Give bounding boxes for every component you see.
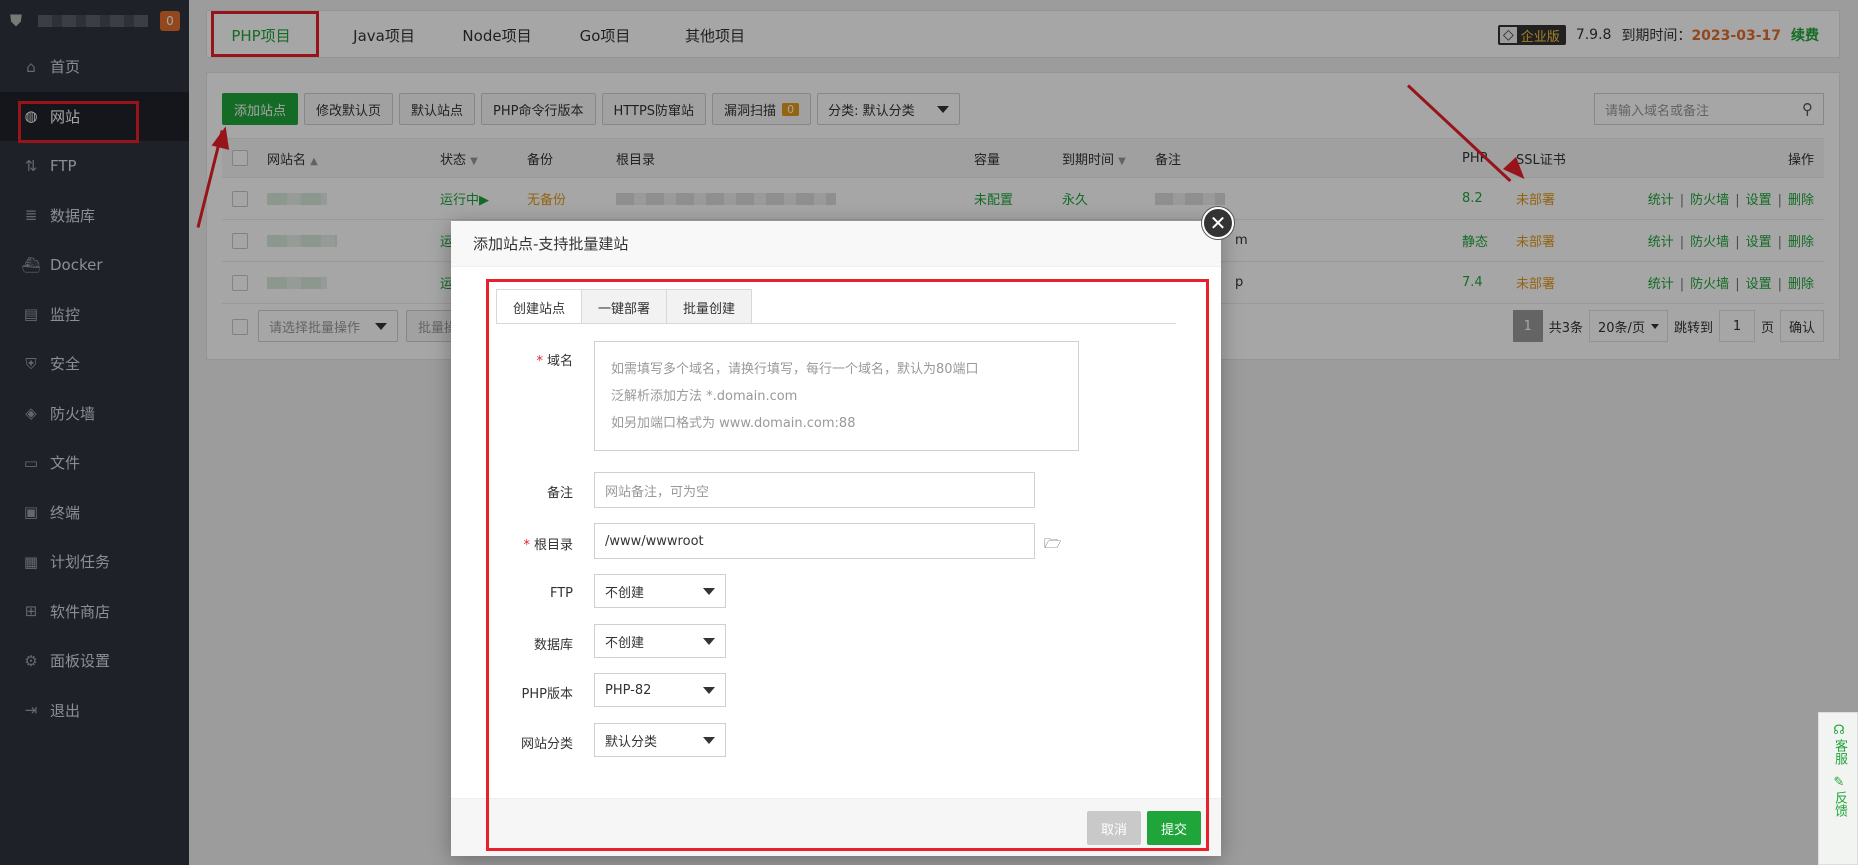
headset-icon: ☊ (1833, 723, 1845, 738)
dialog-title: 添加站点-支持批量建站 (451, 221, 1221, 267)
annotation-box-form (486, 279, 1209, 851)
customer-service-button[interactable]: ☊ 客服 (1819, 713, 1858, 765)
close-icon[interactable]: ✕ (1202, 207, 1234, 239)
feedback-button[interactable]: ✎ 反馈 (1819, 765, 1858, 817)
edit-icon: ✎ (1833, 775, 1845, 790)
customer-service-label: 客服 (1832, 739, 1847, 765)
float-sidebar: ☊ 客服 ✎ 反馈 (1818, 712, 1858, 865)
feedback-label: 反馈 (1832, 791, 1847, 817)
